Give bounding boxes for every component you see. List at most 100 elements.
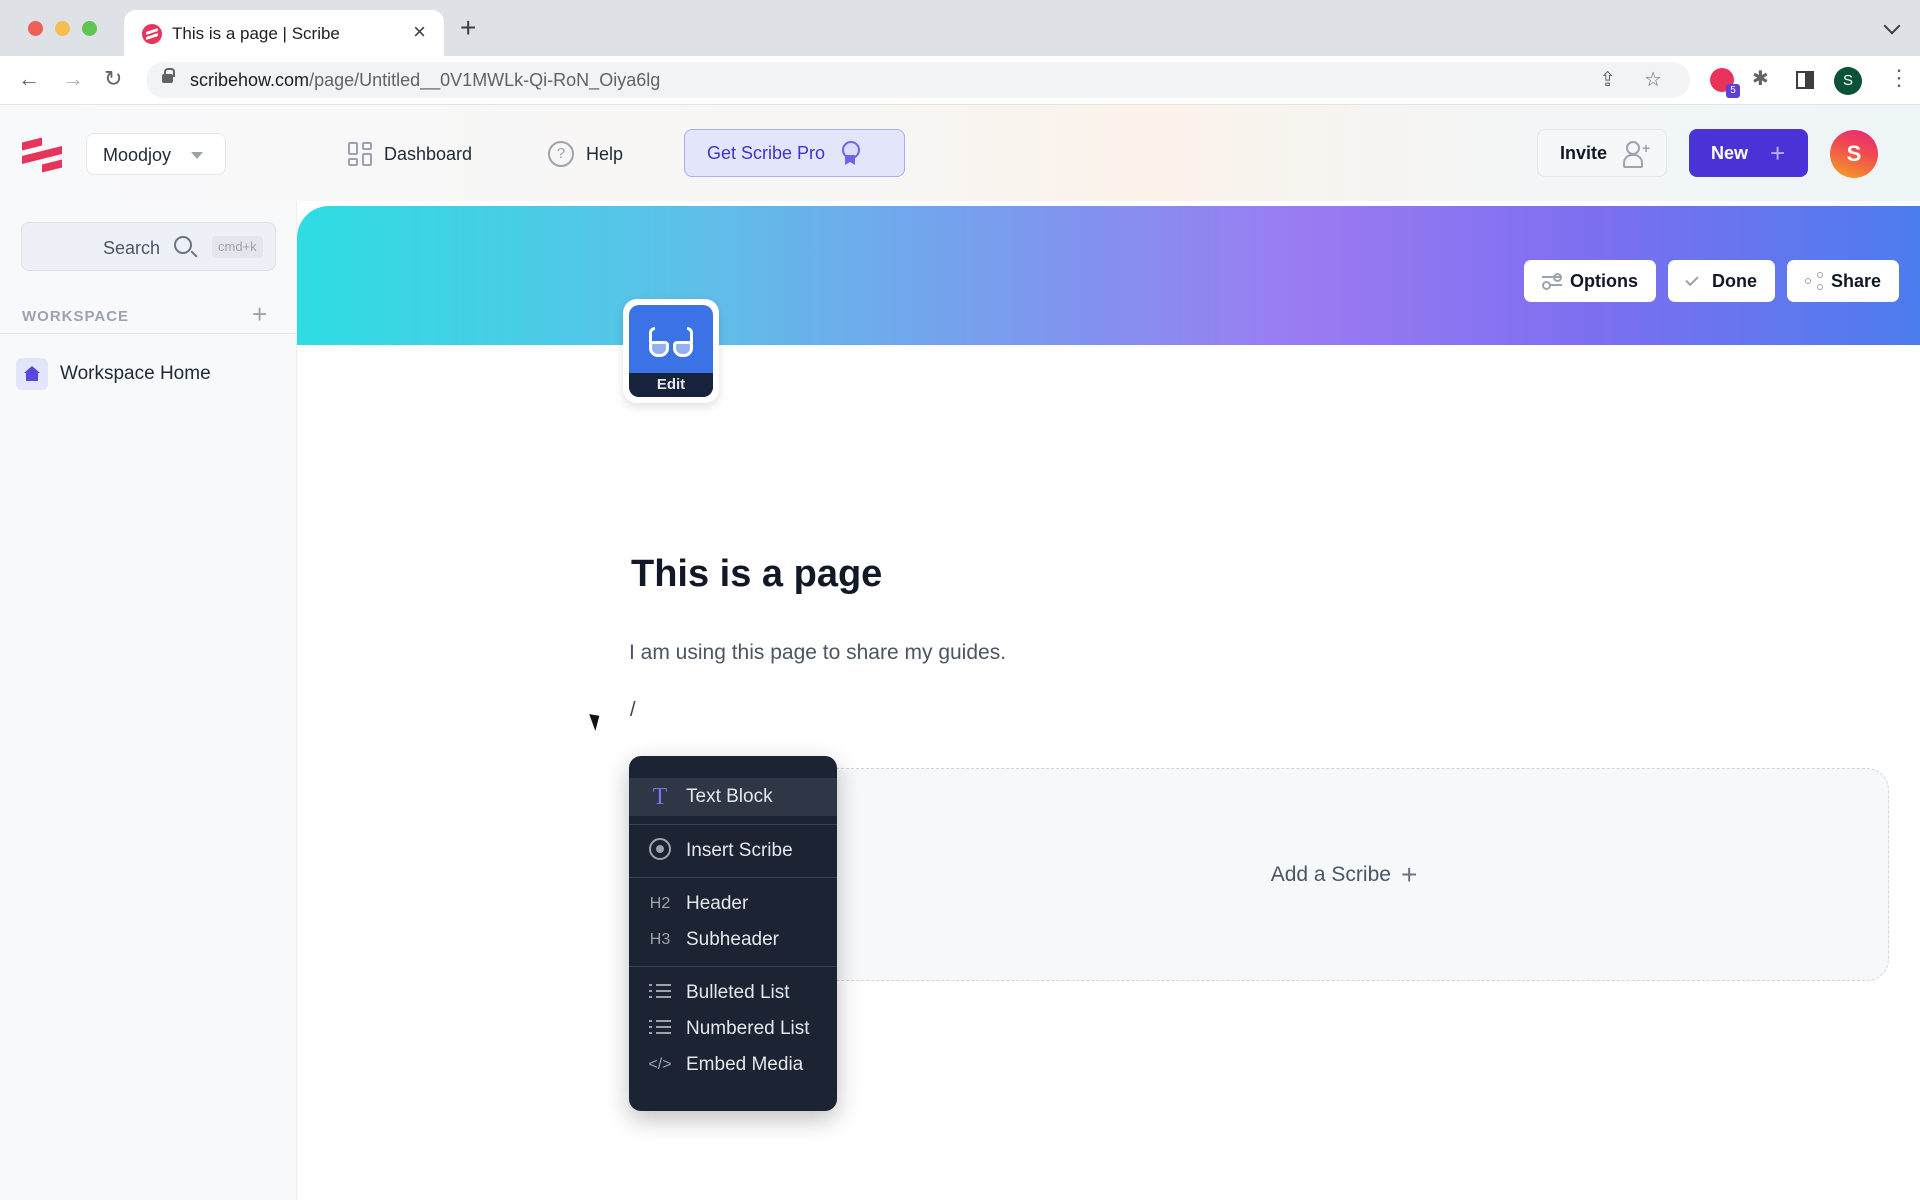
- sidebar: Search cmd+k WORKSPACE + Workspace Home: [0, 201, 297, 1200]
- mouse-cursor-icon: [589, 711, 604, 731]
- tab-search-chevron-icon[interactable]: [1883, 17, 1901, 35]
- window-minimize-button[interactable]: [55, 21, 70, 36]
- page-editor: Options Done Share Edit This is a page I…: [297, 201, 1920, 1200]
- page-description[interactable]: I am using this page to share my guides.: [629, 641, 1006, 665]
- check-icon: [1685, 272, 1699, 286]
- sidebar-item-workspace-home[interactable]: Workspace Home: [16, 358, 211, 390]
- menu-divider: [629, 877, 837, 878]
- menu-item-subheader[interactable]: H3 Subheader: [629, 922, 837, 958]
- scribe-favicon-icon: [142, 24, 162, 44]
- add-scribe-dropzone[interactable]: Add a Scribe +: [799, 768, 1889, 981]
- share-page-icon[interactable]: ⇪: [1599, 70, 1616, 90]
- menu-item-insert-scribe[interactable]: Insert Scribe: [629, 833, 837, 869]
- menu-item-label: Embed Media: [686, 1054, 804, 1075]
- page-cover-banner[interactable]: Options Done Share: [297, 206, 1920, 345]
- browser-toolbar: ← → ↻ scribehow.com/page/Untitled__0V1MW…: [0, 56, 1920, 105]
- pro-button-label: Get Scribe Pro: [707, 142, 826, 163]
- browser-menu-icon[interactable]: ⋮: [1888, 66, 1910, 90]
- address-bar[interactable]: scribehow.com/page/Untitled__0V1MWLk-Qi-…: [146, 62, 1690, 98]
- menu-item-bulleted-list[interactable]: Bulleted List: [629, 975, 837, 1011]
- award-ribbon-icon: [841, 141, 861, 165]
- tab-title: This is a page | Scribe: [172, 24, 340, 43]
- extension-badge: 5: [1726, 84, 1740, 98]
- menu-item-label: Text Block: [686, 786, 773, 807]
- bookmark-star-icon[interactable]: ☆: [1644, 70, 1662, 90]
- h3-icon: H3: [649, 931, 671, 948]
- menu-item-label: Bulleted List: [686, 982, 790, 1003]
- glasses-icon: [649, 327, 695, 363]
- search-icon: [174, 236, 192, 254]
- share-button[interactable]: Share: [1786, 260, 1899, 302]
- workspace-name: Moodjoy: [103, 145, 172, 165]
- side-panel-icon[interactable]: [1796, 71, 1814, 89]
- menu-item-label: Numbered List: [686, 1018, 810, 1039]
- slash-command-menu: T Text Block Insert Scribe H2 Header H3 …: [629, 756, 837, 1111]
- menu-item-label: Header: [686, 893, 749, 914]
- app-header: Moodjoy Dashboard ? Help Get Scribe Pro …: [0, 105, 1920, 201]
- forward-button[interactable]: →: [62, 67, 84, 91]
- share-icon: [1804, 272, 1823, 290]
- user-plus-icon: +: [1623, 140, 1651, 168]
- menu-item-embed-media[interactable]: </> Embed Media: [629, 1047, 837, 1083]
- scribe-app: Moodjoy Dashboard ? Help Get Scribe Pro …: [0, 105, 1920, 1200]
- nav-help-label: Help: [586, 143, 624, 164]
- invite-button[interactable]: Invite +: [1537, 129, 1667, 177]
- sidebar-item-label: Workspace Home: [60, 363, 211, 384]
- options-icon: [1541, 273, 1562, 290]
- menu-item-label: Insert Scribe: [686, 840, 793, 861]
- nav-help[interactable]: ? Help: [548, 133, 623, 175]
- embed-code-icon: </>: [648, 1056, 672, 1073]
- nav-dashboard[interactable]: Dashboard: [348, 133, 472, 175]
- slash-command-input[interactable]: /: [630, 699, 636, 722]
- help-circle-icon: ?: [548, 141, 574, 167]
- done-label: Done: [1711, 270, 1757, 291]
- h2-icon: H2: [649, 895, 671, 912]
- home-icon: [16, 358, 48, 390]
- tab-close-icon[interactable]: ×: [413, 20, 426, 44]
- new-label: New: [1711, 142, 1749, 163]
- url-text[interactable]: scribehow.com/page/Untitled__0V1MWLk-Qi-…: [190, 70, 660, 91]
- caret-down-icon: [191, 152, 203, 159]
- sidebar-divider: [0, 333, 297, 334]
- browser-tab-bar: This is a page | Scribe × +: [0, 0, 1920, 56]
- new-tab-button[interactable]: +: [460, 14, 476, 42]
- done-button[interactable]: Done: [1667, 260, 1775, 302]
- search-button[interactable]: Search cmd+k: [21, 222, 276, 271]
- browser-tab-active[interactable]: This is a page | Scribe ×: [124, 10, 444, 56]
- new-button[interactable]: New +: [1689, 129, 1808, 177]
- numbered-list-icon: [649, 1019, 671, 1035]
- options-label: Options: [1569, 270, 1638, 291]
- lock-icon[interactable]: [162, 68, 175, 83]
- extensions-puzzle-icon[interactable]: ✱: [1752, 66, 1769, 91]
- plus-icon: +: [1400, 858, 1418, 890]
- page-icon-editor[interactable]: Edit: [623, 299, 719, 403]
- options-button[interactable]: Options: [1523, 260, 1656, 302]
- back-button[interactable]: ←: [18, 67, 40, 91]
- menu-item-header[interactable]: H2 Header: [629, 886, 837, 922]
- page-actions: Options Done Share: [1523, 260, 1899, 302]
- menu-item-numbered-list[interactable]: Numbered List: [629, 1011, 837, 1047]
- workspace-heading: WORKSPACE: [22, 308, 130, 325]
- insert-scribe-icon: [649, 837, 671, 860]
- window-close-button[interactable]: [28, 21, 43, 36]
- edit-icon-label[interactable]: Edit: [629, 373, 713, 397]
- user-avatar[interactable]: S: [1830, 130, 1878, 178]
- get-scribe-pro-button[interactable]: Get Scribe Pro: [684, 129, 905, 177]
- search-label: Search: [103, 238, 161, 258]
- menu-item-text-block[interactable]: T Text Block: [629, 778, 837, 816]
- menu-item-label: Subheader: [686, 929, 779, 950]
- workspace-selector[interactable]: Moodjoy: [86, 133, 226, 175]
- scribe-logo-icon[interactable]: [20, 137, 64, 173]
- add-scribe-label: Add a Scribe: [1270, 862, 1391, 886]
- window-maximize-button[interactable]: [82, 21, 97, 36]
- add-workspace-item-button[interactable]: +: [252, 301, 267, 327]
- menu-divider: [629, 824, 837, 825]
- reload-button[interactable]: ↻: [104, 67, 122, 91]
- share-label: Share: [1830, 270, 1881, 291]
- dashboard-grid-icon: [348, 142, 372, 166]
- scribe-extension-icon[interactable]: 5: [1710, 68, 1740, 98]
- page-title[interactable]: This is a page: [631, 553, 882, 596]
- browser-profile-avatar[interactable]: S: [1834, 67, 1862, 95]
- text-block-icon: T: [652, 783, 668, 810]
- menu-divider: [629, 966, 837, 967]
